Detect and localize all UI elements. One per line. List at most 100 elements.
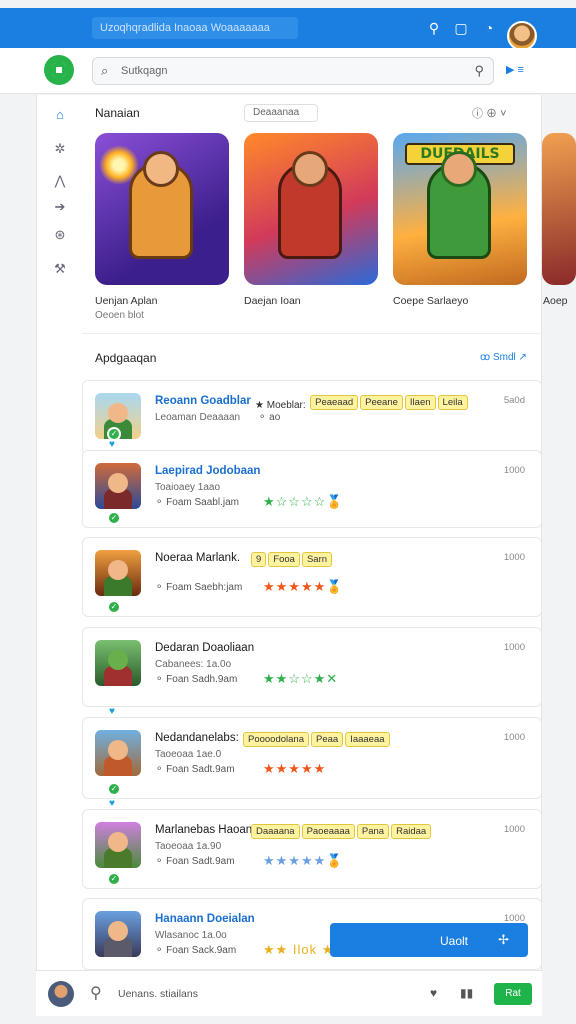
- home-icon[interactable]: ⌂: [51, 106, 69, 124]
- heart-icon[interactable]: ♥: [430, 986, 437, 1000]
- pin-icon[interactable]: ⚲: [425, 19, 443, 37]
- list-item[interactable]: ♥ ✓ Marlanebas Haoan: Daaaana Paoeaaaa Pan…: [82, 798, 542, 889]
- verified-check-icon: ✓: [107, 600, 121, 614]
- see-all-link[interactable]: ꝏ Smdl ↗: [480, 352, 527, 363]
- tag[interactable]: Paoeaaaa: [301, 824, 355, 839]
- tag[interactable]: Leila: [437, 395, 468, 410]
- rating-stars: ★★★★★🏅: [263, 579, 344, 594]
- tag[interactable]: Peaeaad: [310, 395, 359, 410]
- game-title[interactable]: Nedandanelabs:: [155, 732, 239, 744]
- featured-card[interactable]: [95, 133, 229, 285]
- featured-sub: Oeoen blot: [95, 310, 144, 321]
- tag[interactable]: Fooa: [268, 552, 300, 567]
- featured-name[interactable]: Coepe Sarlaeyo: [393, 295, 468, 307]
- hero-head: [441, 151, 477, 187]
- game-meta-extra: ⚬ Foan Sadt.9am: [155, 856, 235, 867]
- list-item[interactable]: ✓ Reoann Goadblar Leoaman Deaaaan ⚬ ao ★…: [82, 380, 542, 456]
- timestamp: 1000: [503, 552, 525, 563]
- game-meta: Toaioaey 1aao: [155, 482, 221, 493]
- rating-stars: ★★★★★🏅: [263, 853, 344, 868]
- featured-card[interactable]: [542, 133, 576, 285]
- game-meta: Cabanees: 1a.0o: [155, 659, 232, 670]
- tag[interactable]: Poooodolana: [243, 732, 309, 747]
- app-logo-icon[interactable]: [44, 55, 74, 85]
- tag[interactable]: Peaa: [311, 732, 344, 747]
- game-meta: Taoeoaa 1a.90: [155, 841, 222, 852]
- game-title[interactable]: Dedaran Doaoliaan: [155, 642, 254, 654]
- list-item[interactable]: Dedaran Doaoliaan Cabanees: 1a.0o ⚬ Foan…: [82, 627, 542, 707]
- arrow-icon[interactable]: ➔: [51, 198, 69, 216]
- featured-tools[interactable]: ⓘ ⊕ ˅: [472, 105, 507, 121]
- library-icon[interactable]: ▮▮: [460, 986, 473, 1000]
- featured-name[interactable]: Aoep: [543, 295, 568, 307]
- game-title[interactable]: Laepirad Jodobaan: [155, 465, 260, 477]
- featured-title: Nanaian: [95, 106, 140, 120]
- avatar[interactable]: [48, 981, 74, 1007]
- featured-card[interactable]: [244, 133, 378, 285]
- game-meta: Leoaman Deaaaan: [155, 412, 241, 423]
- sync-icon[interactable]: ◔: [480, 19, 498, 37]
- top-bar: Uzoqhqradlida Inaoaa Woaaaaaaa ⚲ ▢ ◔: [0, 8, 576, 51]
- bottom-search-input[interactable]: Uenans. stiailans: [118, 988, 198, 1000]
- gamepad-icon[interactable]: ✲: [51, 140, 69, 158]
- game-meta-extra: ⚬ Foam Saabl.jam: [155, 497, 239, 508]
- game-thumbnail: [95, 640, 141, 686]
- game-thumbnail: [95, 463, 141, 509]
- list-item[interactable]: ✓ Noeraa Marlank. 9 Fooa Sarn ⚬ Foam Saebh…: [82, 537, 542, 617]
- tag[interactable]: Raidaa: [391, 824, 432, 839]
- play-button[interactable]: Rat: [494, 983, 532, 1005]
- search-icon[interactable]: ⚲: [90, 983, 102, 1003]
- featured-card[interactable]: DUEDAILS: [393, 133, 527, 285]
- list-item[interactable]: ♥ ✓ Laepirad Jodobaan Toaioaey 1aao ⚬ Fo…: [82, 439, 542, 528]
- primary-action-button[interactable]: Uaolt ✢: [330, 923, 528, 957]
- cta-icon: ✢: [498, 932, 509, 947]
- search-submit-icon[interactable]: ⚲: [474, 63, 484, 79]
- header-actions[interactable]: ▶ ≡: [506, 63, 524, 76]
- tag-group: ★ Moeblar: Peaeaad Peeane Ilaen Leila: [255, 395, 470, 413]
- bag-icon[interactable]: ▢: [452, 19, 470, 37]
- featured-name[interactable]: Uenjan Aplan: [95, 295, 157, 307]
- game-thumbnail: [95, 730, 141, 776]
- heart-icon[interactable]: ♥: [109, 798, 115, 809]
- heart-icon[interactable]: ♥: [109, 706, 115, 717]
- list-title: Apdgaaqan: [95, 351, 157, 365]
- tag[interactable]: Pana: [356, 824, 390, 839]
- tag[interactable]: Peeane: [360, 395, 403, 410]
- tag[interactable]: Sarn: [301, 552, 333, 567]
- thumb-head: [108, 740, 128, 760]
- thumb-head: [108, 921, 128, 941]
- thumb-head: [108, 473, 128, 493]
- game-title[interactable]: Hanaann Doeialan: [155, 913, 255, 925]
- rating-stars: ★☆☆☆☆🏅: [263, 494, 344, 509]
- rating-stars: ★★★★★: [263, 761, 327, 776]
- game-title[interactable]: Reoann Goadblar: [155, 395, 251, 407]
- user-avatar[interactable]: [507, 21, 537, 51]
- tag[interactable]: Daaaana: [251, 824, 300, 839]
- featured-filter-chip[interactable]: Deaaanaa: [244, 104, 318, 122]
- game-meta: Taoeoaa 1ae.0: [155, 749, 222, 760]
- search-icon: ⌕: [101, 63, 109, 78]
- timestamp: 1000: [503, 732, 525, 743]
- game-title[interactable]: Noeraa Marlank.: [155, 552, 240, 564]
- game-thumbnail: [95, 550, 141, 596]
- game-thumbnail: [95, 822, 141, 868]
- controller-icon[interactable]: ⊛: [51, 226, 69, 244]
- tag[interactable]: Ilaen: [404, 395, 436, 410]
- verified-check-icon: ✓: [107, 782, 121, 796]
- thumb-head: [108, 560, 128, 580]
- heart-icon[interactable]: ♥: [109, 439, 115, 450]
- tools-icon[interactable]: ⚒: [51, 260, 69, 278]
- featured-name[interactable]: Daejan Ioan: [244, 295, 301, 307]
- game-title[interactable]: Marlanebas Haoan:: [155, 824, 255, 836]
- tag[interactable]: Iaaaeaa: [345, 732, 390, 747]
- search-input[interactable]: Sutkqagn: [121, 65, 167, 77]
- trend-icon[interactable]: ⋀: [51, 172, 69, 190]
- tag-group: 9 Fooa Sarn: [251, 552, 334, 570]
- game-meta: Wlasanoc 1a.0o: [155, 930, 227, 941]
- timestamp: 1000: [503, 642, 525, 653]
- tag[interactable]: 9: [251, 552, 267, 567]
- game-thumbnail: [95, 911, 141, 957]
- list-item[interactable]: ♥ ✓ Nedandanelabs: Poooodolana Peaa Iaaaea…: [82, 706, 542, 799]
- search-bar[interactable]: ⌕ Sutkqagn ⚲: [92, 57, 494, 85]
- rating-stars: ★★☆☆★✕: [263, 671, 339, 686]
